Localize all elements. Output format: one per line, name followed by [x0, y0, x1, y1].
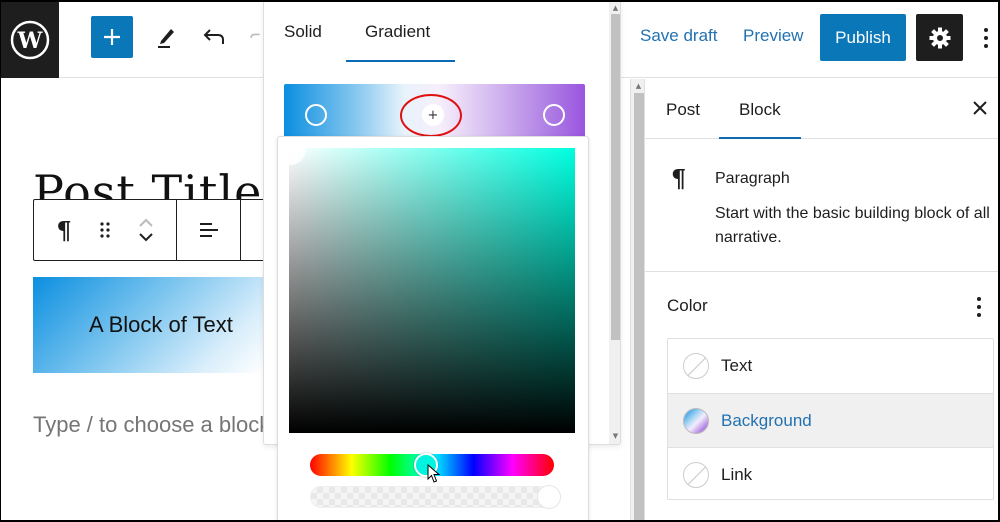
plus-icon: [104, 29, 120, 45]
color-panel-title: Color: [667, 296, 708, 315]
options-button[interactable]: [976, 22, 996, 54]
no-color-swatch-icon: [683, 353, 709, 379]
color-panel: Color Text Background Link: [645, 273, 998, 520]
svg-text:W: W: [17, 28, 43, 54]
tools-button[interactable]: [151, 22, 181, 52]
redo-button[interactable]: [241, 22, 263, 52]
color-item-link[interactable]: Link: [668, 447, 993, 501]
tab-post[interactable]: Post: [666, 100, 700, 120]
saturation-handle[interactable]: [288, 147, 306, 165]
gradient-swatch-icon: [683, 407, 709, 434]
color-item-text[interactable]: Text: [668, 339, 993, 393]
pencil-icon: [158, 29, 174, 48]
add-block-button[interactable]: [91, 16, 133, 58]
chevron-down-icon[interactable]: [138, 232, 154, 242]
scroll-up-icon[interactable]: ▲: [611, 4, 620, 13]
editor-window: W Save draft Preview Publish Post Title …: [0, 0, 1000, 522]
sidebar-tabs: Post Block: [645, 79, 998, 139]
gradient-stop-start[interactable]: [305, 104, 327, 126]
mouse-cursor-icon: [427, 464, 441, 483]
redo-icon: [250, 33, 260, 38]
block-placeholder[interactable]: Type / to choose a block: [33, 412, 270, 438]
close-icon: [973, 101, 987, 115]
gear-icon: [929, 27, 950, 48]
scrollbar-thumb[interactable]: [634, 93, 644, 520]
alpha-slider[interactable]: [310, 485, 561, 509]
no-color-swatch-icon: [683, 461, 709, 488]
scroll-up-icon[interactable]: ▲: [634, 82, 643, 91]
publish-button[interactable]: Publish: [820, 14, 906, 61]
color-settings-list: Text Background Link: [667, 338, 994, 500]
scrollbar-thumb[interactable]: [611, 14, 620, 340]
color-item-label: Background: [721, 410, 812, 430]
highlight-annotation: [400, 94, 462, 137]
tab-block[interactable]: Block: [739, 100, 781, 120]
color-type-tabs: Solid Gradient: [264, 2, 604, 62]
preview-button[interactable]: Preview: [743, 26, 803, 46]
chevron-up-icon[interactable]: [138, 218, 154, 228]
settings-button[interactable]: [916, 14, 963, 61]
undo-icon: [203, 29, 224, 44]
block-name: Paragraph: [715, 170, 790, 187]
vertical-ellipsis-icon: [977, 297, 981, 301]
color-options-button[interactable]: [973, 293, 985, 321]
tab-gradient[interactable]: Gradient: [365, 22, 430, 42]
save-draft-button[interactable]: Save draft: [640, 26, 718, 46]
color-item-label: Text: [721, 356, 753, 375]
close-sidebar-button[interactable]: [969, 97, 991, 119]
scroll-down-icon[interactable]: ▼: [611, 432, 620, 441]
sidebar-scrollbar[interactable]: ▲: [630, 79, 644, 520]
active-tab-indicator: [346, 60, 455, 62]
block-toolbar-group-main: ¶: [34, 200, 177, 260]
tab-solid[interactable]: Solid: [284, 22, 322, 42]
settings-sidebar: Post Block ¶ Paragraph Start with the ba…: [644, 79, 998, 520]
align-button[interactable]: [177, 200, 240, 260]
align-left-icon: [199, 223, 218, 237]
block-description: Start with the basic building block of a…: [715, 205, 990, 246]
paragraph-icon: ¶: [56, 215, 72, 245]
block-type-button[interactable]: ¶: [34, 200, 94, 260]
block-card: ¶ Paragraph Start with the basic buildin…: [645, 140, 998, 272]
active-tab-indicator: [719, 137, 801, 139]
move-buttons: [116, 200, 176, 260]
drag-handle[interactable]: [94, 200, 116, 260]
color-item-background[interactable]: Background: [668, 393, 993, 447]
vertical-ellipsis-icon: [984, 28, 988, 32]
drag-handle-icon: [100, 222, 110, 238]
align-group: [177, 200, 241, 260]
paragraph-block[interactable]: A Block of Text: [33, 277, 263, 373]
alpha-handle[interactable]: [537, 485, 561, 509]
block-toolbar: ¶: [33, 199, 273, 261]
gradient-bar[interactable]: +: [284, 84, 585, 144]
color-item-label: Link: [721, 464, 753, 484]
gradient-stop-end[interactable]: [543, 104, 565, 126]
wordpress-logo-icon[interactable]: W: [1, 2, 59, 78]
paragraph-icon: ¶: [671, 164, 687, 193]
undo-button[interactable]: [199, 22, 229, 52]
saturation-area[interactable]: [288, 147, 575, 433]
popover-scrollbar[interactable]: ▲ ▼: [609, 2, 620, 444]
